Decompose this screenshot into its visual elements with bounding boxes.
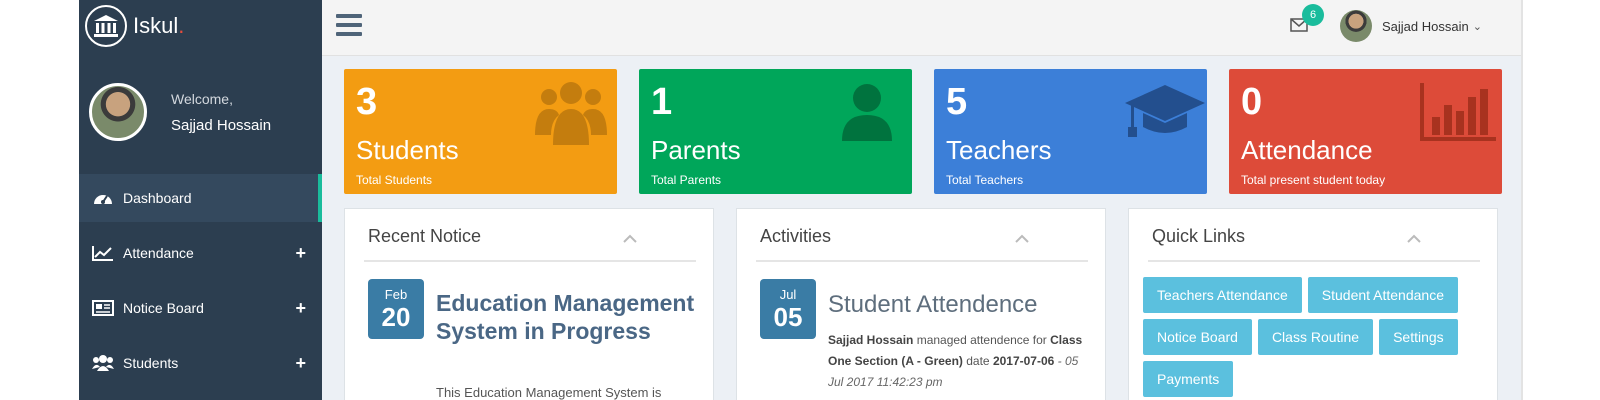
bar-chart-icon xyxy=(1420,83,1496,146)
sidebar-item-label: Attendance xyxy=(123,245,194,261)
stat-count: 0 xyxy=(1241,81,1263,123)
quick-links-panel: Quick Links Teachers Attendance Student A… xyxy=(1128,208,1498,400)
stat-students[interactable]: 3 Students Total Students xyxy=(344,69,617,194)
activity-description: Sajjad Hossain managed attendence for Cl… xyxy=(828,333,1083,389)
brand[interactable]: Iskul. xyxy=(79,0,322,52)
users-icon xyxy=(91,353,115,373)
expand-icon[interactable]: + xyxy=(295,298,306,319)
line-chart-icon xyxy=(91,243,115,263)
header-user-name: Sajjad Hossain xyxy=(1382,18,1469,34)
activities-panel: Activities Jul 05 Student Attendence Saj… xyxy=(736,208,1106,400)
users-icon xyxy=(535,79,607,152)
quick-link-settings[interactable]: Settings xyxy=(1379,319,1458,355)
sidebar-item-notice-board[interactable]: Notice Board + xyxy=(79,284,322,332)
window-edge xyxy=(1521,0,1523,400)
stat-label: Attendance xyxy=(1241,135,1373,165)
sidebar-item-attendance[interactable]: Attendance + xyxy=(79,229,322,277)
collapse-chevron-icon[interactable] xyxy=(623,231,637,243)
sidebar-user-name: Sajjad Hossain xyxy=(171,116,272,134)
sidebar-menu: Dashboard Attendance + Notice Board + St… xyxy=(79,174,322,394)
user-menu[interactable]: Sajjad Hossain ⌄ xyxy=(1340,10,1482,42)
chevron-down-icon: ⌄ xyxy=(1472,20,1482,33)
sidebar-item-label: Notice Board xyxy=(123,300,204,316)
panel-title: Activities xyxy=(760,226,832,246)
sidebar: Iskul. Welcome, Sajjad Hossain Dashboard… xyxy=(79,0,322,400)
expand-icon[interactable]: + xyxy=(295,353,306,374)
notice-body: This Education Management System is xyxy=(436,385,662,400)
activity-date-badge: Jul 05 xyxy=(760,279,816,339)
collapse-chevron-icon[interactable] xyxy=(1407,231,1421,243)
sidebar-item-dashboard[interactable]: Dashboard xyxy=(79,174,322,222)
app-window: Iskul. Welcome, Sajjad Hossain Dashboard… xyxy=(79,0,1521,400)
quick-link-notice-board[interactable]: Notice Board xyxy=(1143,319,1252,355)
stat-label: Students xyxy=(356,135,459,165)
avatar xyxy=(1340,10,1372,42)
dashboard-icon xyxy=(91,188,115,208)
graduation-cap-icon xyxy=(1125,83,1205,146)
stat-count: 1 xyxy=(651,81,673,123)
panel-title: Quick Links xyxy=(1152,226,1246,246)
notice-date-badge: Feb 20 xyxy=(368,279,424,339)
collapse-chevron-icon[interactable] xyxy=(1015,231,1029,243)
activity-heading: Student Attendence xyxy=(828,291,1038,318)
user-icon xyxy=(840,83,894,146)
stat-count: 3 xyxy=(356,81,378,123)
stat-label: Parents xyxy=(651,135,741,165)
welcome-text: Welcome, xyxy=(171,90,233,107)
recent-notice-panel: Recent Notice Feb 20 Education Managemen… xyxy=(344,208,714,400)
panel-title: Recent Notice xyxy=(368,226,482,246)
stat-subtitle: Total Teachers xyxy=(946,173,1024,187)
quick-link-class-routine[interactable]: Class Routine xyxy=(1257,319,1374,355)
user-panel: Welcome, Sajjad Hossain xyxy=(79,52,322,172)
stat-subtitle: Total Parents xyxy=(651,173,722,187)
top-header: 6 Sajjad Hossain ⌄ xyxy=(322,0,1521,56)
notice-heading[interactable]: Education Management System in Progress xyxy=(436,289,696,345)
newspaper-icon xyxy=(91,298,115,318)
avatar xyxy=(89,83,147,141)
quick-link-teachers-attendance[interactable]: Teachers Attendance xyxy=(1143,277,1302,313)
expand-icon[interactable]: + xyxy=(295,243,306,264)
mail-count-badge: 6 xyxy=(1302,4,1324,26)
building-icon xyxy=(85,5,127,47)
sidebar-item-label: Students xyxy=(123,355,179,371)
quick-link-student-attendance[interactable]: Student Attendance xyxy=(1307,277,1458,313)
stat-teachers[interactable]: 5 Teachers Total Teachers xyxy=(934,69,1207,194)
sidebar-item-students[interactable]: Students + xyxy=(79,339,322,387)
stat-label: Teachers xyxy=(946,135,1052,165)
stat-attendance[interactable]: 0 Attendance Total present student today xyxy=(1229,69,1502,194)
stat-count: 5 xyxy=(946,81,968,123)
brand-name: Iskul. xyxy=(133,13,185,38)
menu-toggle-icon[interactable] xyxy=(336,14,362,36)
quick-link-payments[interactable]: Payments xyxy=(1143,361,1234,397)
stat-subtitle: Total Students xyxy=(356,173,433,187)
stat-subtitle: Total present student today xyxy=(1241,173,1386,187)
stat-parents[interactable]: 1 Parents Total Parents xyxy=(639,69,912,194)
quick-links-list: Teachers Attendance Student Attendance Not… xyxy=(1143,277,1493,400)
sidebar-item-label: Dashboard xyxy=(123,190,192,206)
